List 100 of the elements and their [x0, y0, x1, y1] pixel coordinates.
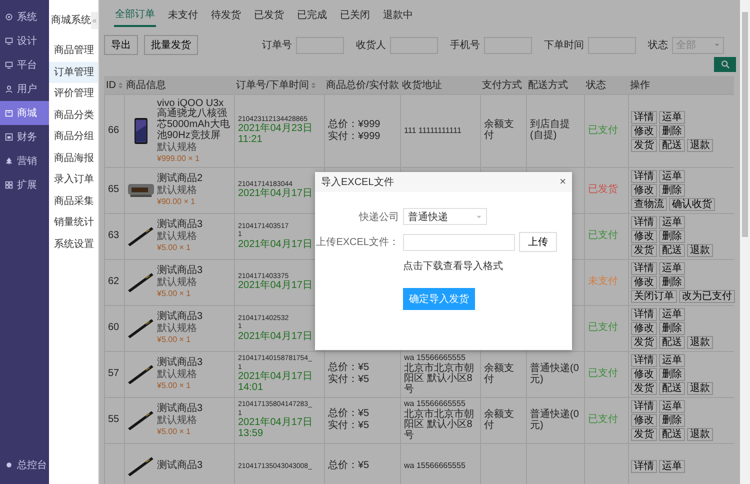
tab[interactable]: 已关闭 — [339, 4, 371, 26]
nav-item[interactable]: 营销 — [0, 149, 49, 173]
action-button[interactable]: 删除 — [659, 124, 685, 138]
action-button[interactable]: 修改 — [631, 230, 657, 243]
action-button[interactable]: 详情 — [631, 400, 657, 413]
product-spec: 默认规格 — [157, 142, 198, 154]
action-button[interactable]: 修改 — [631, 322, 657, 335]
grid-icon — [5, 181, 13, 189]
action-button[interactable]: 改为已支付 — [679, 290, 735, 303]
action-button[interactable]: 配送 — [659, 428, 685, 441]
action-button[interactable]: 删除 — [659, 230, 685, 243]
action-button[interactable]: 退款 — [687, 336, 713, 349]
subnav-item[interactable]: 商品海报 — [49, 148, 98, 169]
column-header: 支付方式 — [481, 78, 523, 92]
filter-field[interactable] — [296, 36, 344, 54]
action-button[interactable]: 退款 — [687, 382, 713, 395]
subnav-item[interactable]: 评价管理 — [49, 83, 98, 104]
nav-item[interactable]: 商城 — [0, 101, 49, 125]
toolbar-button[interactable]: 批量发货 — [144, 35, 198, 55]
action-button[interactable]: 运单 — [659, 262, 685, 275]
action-button[interactable]: 配送 — [659, 382, 685, 395]
column-header: ID — [104, 80, 124, 90]
action-button[interactable]: 运单 — [659, 170, 685, 183]
subnav-item[interactable]: 商品管理 — [49, 40, 98, 62]
action-button[interactable]: 发货 — [631, 336, 657, 349]
action-button[interactable]: 详情 — [631, 216, 657, 229]
action-button[interactable]: 运单 — [659, 308, 685, 321]
action-button[interactable]: 退款 — [687, 138, 713, 152]
action-button[interactable]: 查物流 — [631, 198, 667, 211]
tab[interactable]: 待发货 — [210, 4, 242, 26]
paid-amount: 实付：¥5 — [328, 375, 370, 386]
filter-field[interactable] — [390, 36, 438, 54]
table-cell-text: 到店自提(自提) — [530, 120, 571, 142]
action-button[interactable]: 运单 — [659, 110, 685, 124]
product-price: ¥999.00 × 1 — [157, 154, 200, 164]
action-button[interactable]: 删除 — [659, 322, 685, 335]
action-button[interactable]: 运单 — [659, 400, 685, 413]
action-button[interactable]: 修改 — [631, 368, 657, 381]
action-button[interactable]: 配送 — [659, 336, 685, 349]
subnav-item[interactable]: 商品采集 — [49, 190, 98, 212]
subnav-item[interactable]: 录入订单 — [49, 169, 98, 190]
upload-button[interactable]: 上传 — [519, 232, 557, 252]
action-button[interactable]: 退款 — [687, 244, 713, 257]
subnav-item[interactable]: 销量统计 — [49, 212, 98, 234]
nav-item[interactable]: 扩展 — [0, 173, 49, 197]
toolbar-button[interactable]: 导出 — [104, 35, 138, 55]
action-button[interactable]: 详情 — [631, 460, 657, 473]
subnav-item[interactable]: 商品分类 — [49, 104, 98, 126]
action-button[interactable]: 发货 — [631, 428, 657, 441]
action-button[interactable]: 发货 — [631, 244, 657, 257]
scrollbar[interactable] — [740, 0, 750, 484]
nav-item[interactable]: 平台 — [0, 53, 49, 77]
action-button[interactable]: 修改 — [631, 414, 657, 427]
action-button[interactable]: 修改 — [631, 184, 657, 197]
action-button[interactable]: 详情 — [631, 308, 657, 321]
filter-field[interactable] — [588, 36, 636, 54]
subnav-item[interactable]: 订单管理 — [49, 62, 98, 83]
action-button[interactable]: 删除 — [659, 276, 685, 289]
column-header: 商品信息 — [125, 78, 167, 92]
tab[interactable]: 退款中 — [382, 4, 414, 26]
action-button[interactable]: 运单 — [659, 354, 685, 367]
action-button[interactable]: 发货 — [631, 138, 657, 152]
tab[interactable]: 未支付 — [167, 4, 199, 26]
action-button[interactable]: 详情 — [631, 110, 657, 124]
nav-item[interactable]: 财务 — [0, 125, 49, 149]
tab[interactable]: 已发货 — [253, 4, 285, 26]
action-button[interactable]: 删除 — [659, 368, 685, 381]
action-button[interactable]: 退款 — [687, 428, 713, 441]
product-spec: 默认规格 — [157, 324, 198, 335]
action-button[interactable]: 关闭订单 — [631, 290, 677, 303]
action-button[interactable]: 确认收货 — [669, 198, 715, 211]
action-button[interactable]: 发货 — [631, 382, 657, 395]
tab[interactable]: 已完成 — [296, 4, 328, 26]
table-cell-text: 余额支付 — [484, 364, 515, 386]
courier-select[interactable]: 普通快递 — [403, 208, 487, 225]
action-button[interactable]: 配送 — [659, 138, 685, 152]
action-button[interactable]: 修改 — [631, 124, 657, 138]
filter-field[interactable] — [484, 36, 532, 54]
action-button[interactable]: 修改 — [631, 276, 657, 289]
total-price: 总价：¥999 — [328, 120, 380, 130]
action-button[interactable]: 详情 — [631, 354, 657, 367]
action-button[interactable]: 运单 — [659, 216, 685, 229]
subnav-item[interactable]: 商品分组 — [49, 126, 98, 148]
close-button[interactable]: × — [560, 176, 566, 188]
console-link[interactable]: 总控台 — [0, 458, 49, 484]
file-field[interactable] — [403, 234, 515, 250]
action-button[interactable]: 配送 — [659, 244, 685, 257]
action-button[interactable]: 详情 — [631, 170, 657, 183]
tab[interactable]: 全部订单 — [114, 3, 156, 27]
nav-item[interactable]: 系统 — [0, 5, 49, 29]
template-link[interactable]: 点击下载查看导入格式 — [403, 259, 503, 273]
action-button[interactable]: 详情 — [631, 262, 657, 275]
subnav-item[interactable]: 系统设置 — [49, 234, 98, 255]
action-button[interactable]: 删除 — [659, 184, 685, 197]
action-button[interactable]: 运单 — [659, 460, 685, 473]
nav-item[interactable]: 设计 — [0, 29, 49, 53]
nav-item[interactable]: 用户 — [0, 77, 49, 101]
action-button[interactable]: 删除 — [659, 414, 685, 427]
search-button[interactable] — [714, 57, 736, 72]
order-status: 已支付 — [588, 323, 618, 334]
